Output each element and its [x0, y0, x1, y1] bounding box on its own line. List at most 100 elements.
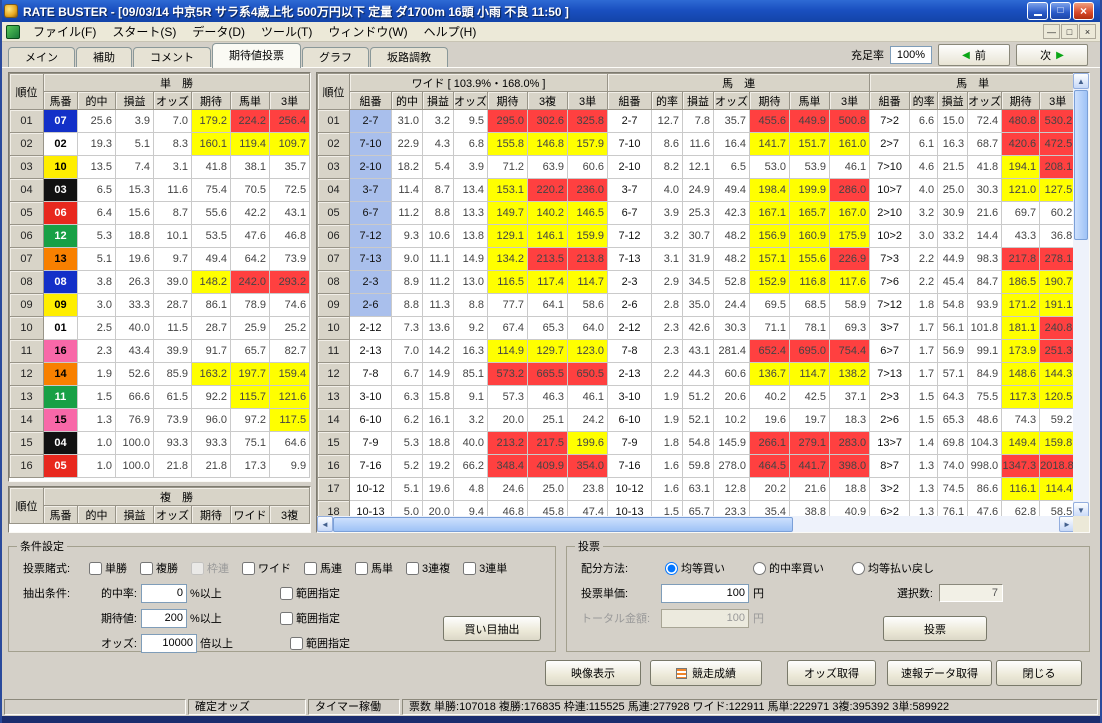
bettype-umaren-checkbox[interactable] — [304, 561, 317, 575]
combo-cell[interactable]: 10-12 — [607, 477, 653, 501]
combo-table-row[interactable]: 16 7-16 5.2 19.2 66.2 348.4 409.9 354.0 7-16 1.6 5… — [317, 454, 1075, 478]
combo-cell[interactable]: 2>6 — [869, 408, 911, 432]
combo-cell[interactable]: 2>3 — [869, 385, 911, 409]
win-table-row[interactable]: 03 10 13.5 7.4 3.1 41.8 38.1 35.7 — [9, 155, 310, 179]
menu-help[interactable]: ヘルプ(H) — [416, 21, 485, 42]
combo-table-row[interactable]: 04 3-7 11.4 8.7 13.4 153.1 220.2 236.0 3-7 4.0 24.… — [317, 178, 1075, 202]
bettype-wide-checkbox[interactable] — [242, 561, 255, 575]
bettype-sanrentan-checkbox[interactable] — [463, 561, 477, 575]
win-table-row[interactable]: 16 05 1.0 100.0 21.8 21.8 17.3 9.9 — [9, 454, 310, 478]
combo-cell[interactable]: 2-12 — [349, 316, 392, 340]
tab-graph[interactable]: グラフ — [302, 47, 369, 68]
combo-table-row[interactable]: 09 2-6 8.8 11.3 8.8 77.7 64.1 58.6 2-6 2.8 35.0 24.… — [317, 293, 1075, 317]
horizontal-scrollbar[interactable]: ◄ ► — [317, 516, 1075, 532]
combo-cell[interactable]: 2-6 — [607, 293, 653, 317]
combo-cell[interactable]: 3>7 — [869, 316, 911, 340]
unit-price-input[interactable] — [661, 583, 749, 603]
combo-table-row[interactable]: 12 7-8 6.7 14.9 85.1 573.2 665.5 650.5 2-13 2.2 44… — [317, 362, 1075, 386]
bettype-umatan[interactable]: 馬単 — [355, 560, 393, 576]
flash-data-fetch-button[interactable]: 速報データ取得 — [887, 660, 992, 686]
hit-rate-input[interactable] — [141, 583, 187, 603]
combo-cell[interactable]: 2-10 — [607, 155, 653, 179]
win-table-row[interactable]: 13 11 1.5 66.6 61.5 92.2 115.7 121.6 — [9, 385, 310, 409]
combo-cell[interactable]: 7-12 — [607, 224, 653, 248]
combo-cell[interactable]: 7-9 — [607, 431, 653, 455]
win-table-row[interactable]: 10 01 2.5 40.0 11.5 28.7 25.9 25.2 — [9, 316, 310, 340]
horizontal-scroll-thumb[interactable] — [333, 516, 793, 532]
vertical-scrollbar[interactable]: ▲ ▼ — [1073, 73, 1089, 518]
win-table-row[interactable]: 01 07 25.6 3.9 7.0 179.2 224.2 256.4 — [9, 109, 310, 133]
tab-comment[interactable]: コメント — [133, 47, 211, 68]
combo-table-row[interactable]: 02 7-10 22.9 4.3 6.8 155.8 146.8 157.9 7-10 8.6 11… — [317, 132, 1075, 156]
alloc-hitrate[interactable]: 的中率買い — [753, 560, 824, 576]
bettype-sanrentan[interactable]: 3連単 — [463, 560, 507, 576]
win-table-row[interactable]: 15 04 1.0 100.0 93.3 93.3 75.1 64.6 — [9, 431, 310, 455]
combo-table-row[interactable]: 14 6-10 6.2 16.1 3.2 20.0 25.1 24.2 6-10 1.9 52.1 1… — [317, 408, 1075, 432]
tab-main[interactable]: メイン — [8, 47, 75, 68]
combo-cell[interactable]: 7>2 — [869, 109, 911, 133]
combo-table-row[interactable]: 03 2-10 18.2 5.4 3.9 71.2 63.9 60.6 2-10 8.2 12.1 6… — [317, 155, 1075, 179]
combo-cell[interactable]: 3-10 — [349, 385, 392, 409]
next-race-button[interactable]: 次 ▶ — [1016, 44, 1088, 66]
combo-cell[interactable]: 7-8 — [607, 339, 653, 363]
combo-cell[interactable]: 3-10 — [607, 385, 653, 409]
bettype-tansho[interactable]: 単勝 — [89, 560, 127, 576]
mdi-minimize-button[interactable]: — — [1043, 24, 1060, 39]
combo-cell[interactable]: 2-12 — [607, 316, 653, 340]
odds-range-checkbox[interactable] — [290, 636, 303, 650]
scroll-left-button[interactable]: ◄ — [317, 516, 333, 532]
menu-window[interactable]: ウィンドウ(W) — [320, 21, 415, 42]
win-table-row[interactable]: 06 12 5.3 18.8 10.1 53.5 47.6 46.8 — [9, 224, 310, 248]
bettype-umaren[interactable]: 馬連 — [304, 560, 342, 576]
hit-rate-range-checkbox[interactable] — [280, 586, 293, 600]
bettype-sanrenpuku-checkbox[interactable] — [406, 561, 419, 575]
combo-cell[interactable]: 7>10 — [869, 155, 911, 179]
mdi-close-button[interactable]: × — [1079, 24, 1096, 39]
combo-cell[interactable]: 6-7 — [607, 201, 653, 225]
combo-cell[interactable]: 7-12 — [349, 224, 392, 248]
expected-value-range-checkbox[interactable] — [280, 611, 293, 625]
combo-cell[interactable]: 7>3 — [869, 247, 911, 271]
combo-cell[interactable]: 7>6 — [869, 270, 911, 294]
odds-fetch-button[interactable]: オッズ取得 — [787, 660, 876, 686]
combo-table-row[interactable]: 15 7-9 5.3 18.8 40.0 213.2 217.5 199.6 7-9 1.8 54.… — [317, 431, 1075, 455]
combo-cell[interactable]: 13>7 — [869, 431, 911, 455]
tab-auxiliary[interactable]: 補助 — [76, 47, 132, 68]
scroll-up-button[interactable]: ▲ — [1073, 73, 1089, 89]
bettype-tansho-checkbox[interactable] — [89, 561, 102, 575]
combo-cell[interactable]: 2>10 — [869, 201, 911, 225]
minimize-button[interactable] — [1027, 2, 1048, 20]
race-results-button[interactable]: 競走成績 — [650, 660, 762, 686]
combo-cell[interactable]: 7-13 — [349, 247, 392, 271]
combo-cell[interactable]: 7-10 — [607, 132, 653, 156]
menu-start[interactable]: スタート(S) — [104, 21, 184, 42]
bettype-fukusho[interactable]: 複勝 — [140, 560, 178, 576]
win-table-row[interactable]: 09 09 3.0 33.3 28.7 86.1 78.9 74.6 — [9, 293, 310, 317]
combo-cell[interactable]: 6-7 — [349, 201, 392, 225]
combo-cell[interactable]: 2-10 — [349, 155, 392, 179]
combo-cell[interactable]: 8>7 — [869, 454, 911, 478]
alloc-hitrate-radio[interactable] — [753, 561, 766, 575]
tab-slope-training[interactable]: 坂路調教 — [370, 47, 448, 68]
combo-cell[interactable]: 10-12 — [349, 477, 392, 501]
odds-range-option[interactable]: 範囲指定 — [290, 635, 350, 651]
combo-cell[interactable]: 2-3 — [349, 270, 392, 294]
combo-cell[interactable]: 2-13 — [349, 339, 392, 363]
win-table-row[interactable]: 02 02 19.3 5.1 8.3 160.1 119.4 109.7 — [9, 132, 310, 156]
vertical-scroll-thumb[interactable] — [1074, 90, 1088, 240]
combo-table-row[interactable]: 01 2-7 31.0 3.2 9.5 295.0 302.6 325.8 2-7 12.7 7.8… — [317, 109, 1075, 133]
prev-race-button[interactable]: ◀ 前 — [938, 44, 1010, 66]
video-display-button[interactable]: 映像表示 — [545, 660, 641, 686]
combo-table-row[interactable]: 11 2-13 7.0 14.2 16.3 114.9 129.7 123.0 7-8 2.3 43… — [317, 339, 1075, 363]
combo-cell[interactable]: 10>2 — [869, 224, 911, 248]
close-window-button[interactable]: 閉じる — [996, 660, 1082, 686]
combo-cell[interactable]: 7-8 — [349, 362, 392, 386]
combo-cell[interactable]: 7>12 — [869, 293, 911, 317]
combo-cell[interactable]: 7-9 — [349, 431, 392, 455]
expected-value-input[interactable] — [141, 608, 187, 628]
win-table-row[interactable]: 04 03 6.5 15.3 11.6 75.4 70.5 72.5 — [9, 178, 310, 202]
menu-file[interactable]: ファイル(F) — [25, 21, 104, 42]
combo-cell[interactable]: 2>7 — [869, 132, 911, 156]
hit-rate-range-option[interactable]: 範囲指定 — [280, 585, 340, 601]
close-button[interactable]: × — [1073, 2, 1094, 20]
